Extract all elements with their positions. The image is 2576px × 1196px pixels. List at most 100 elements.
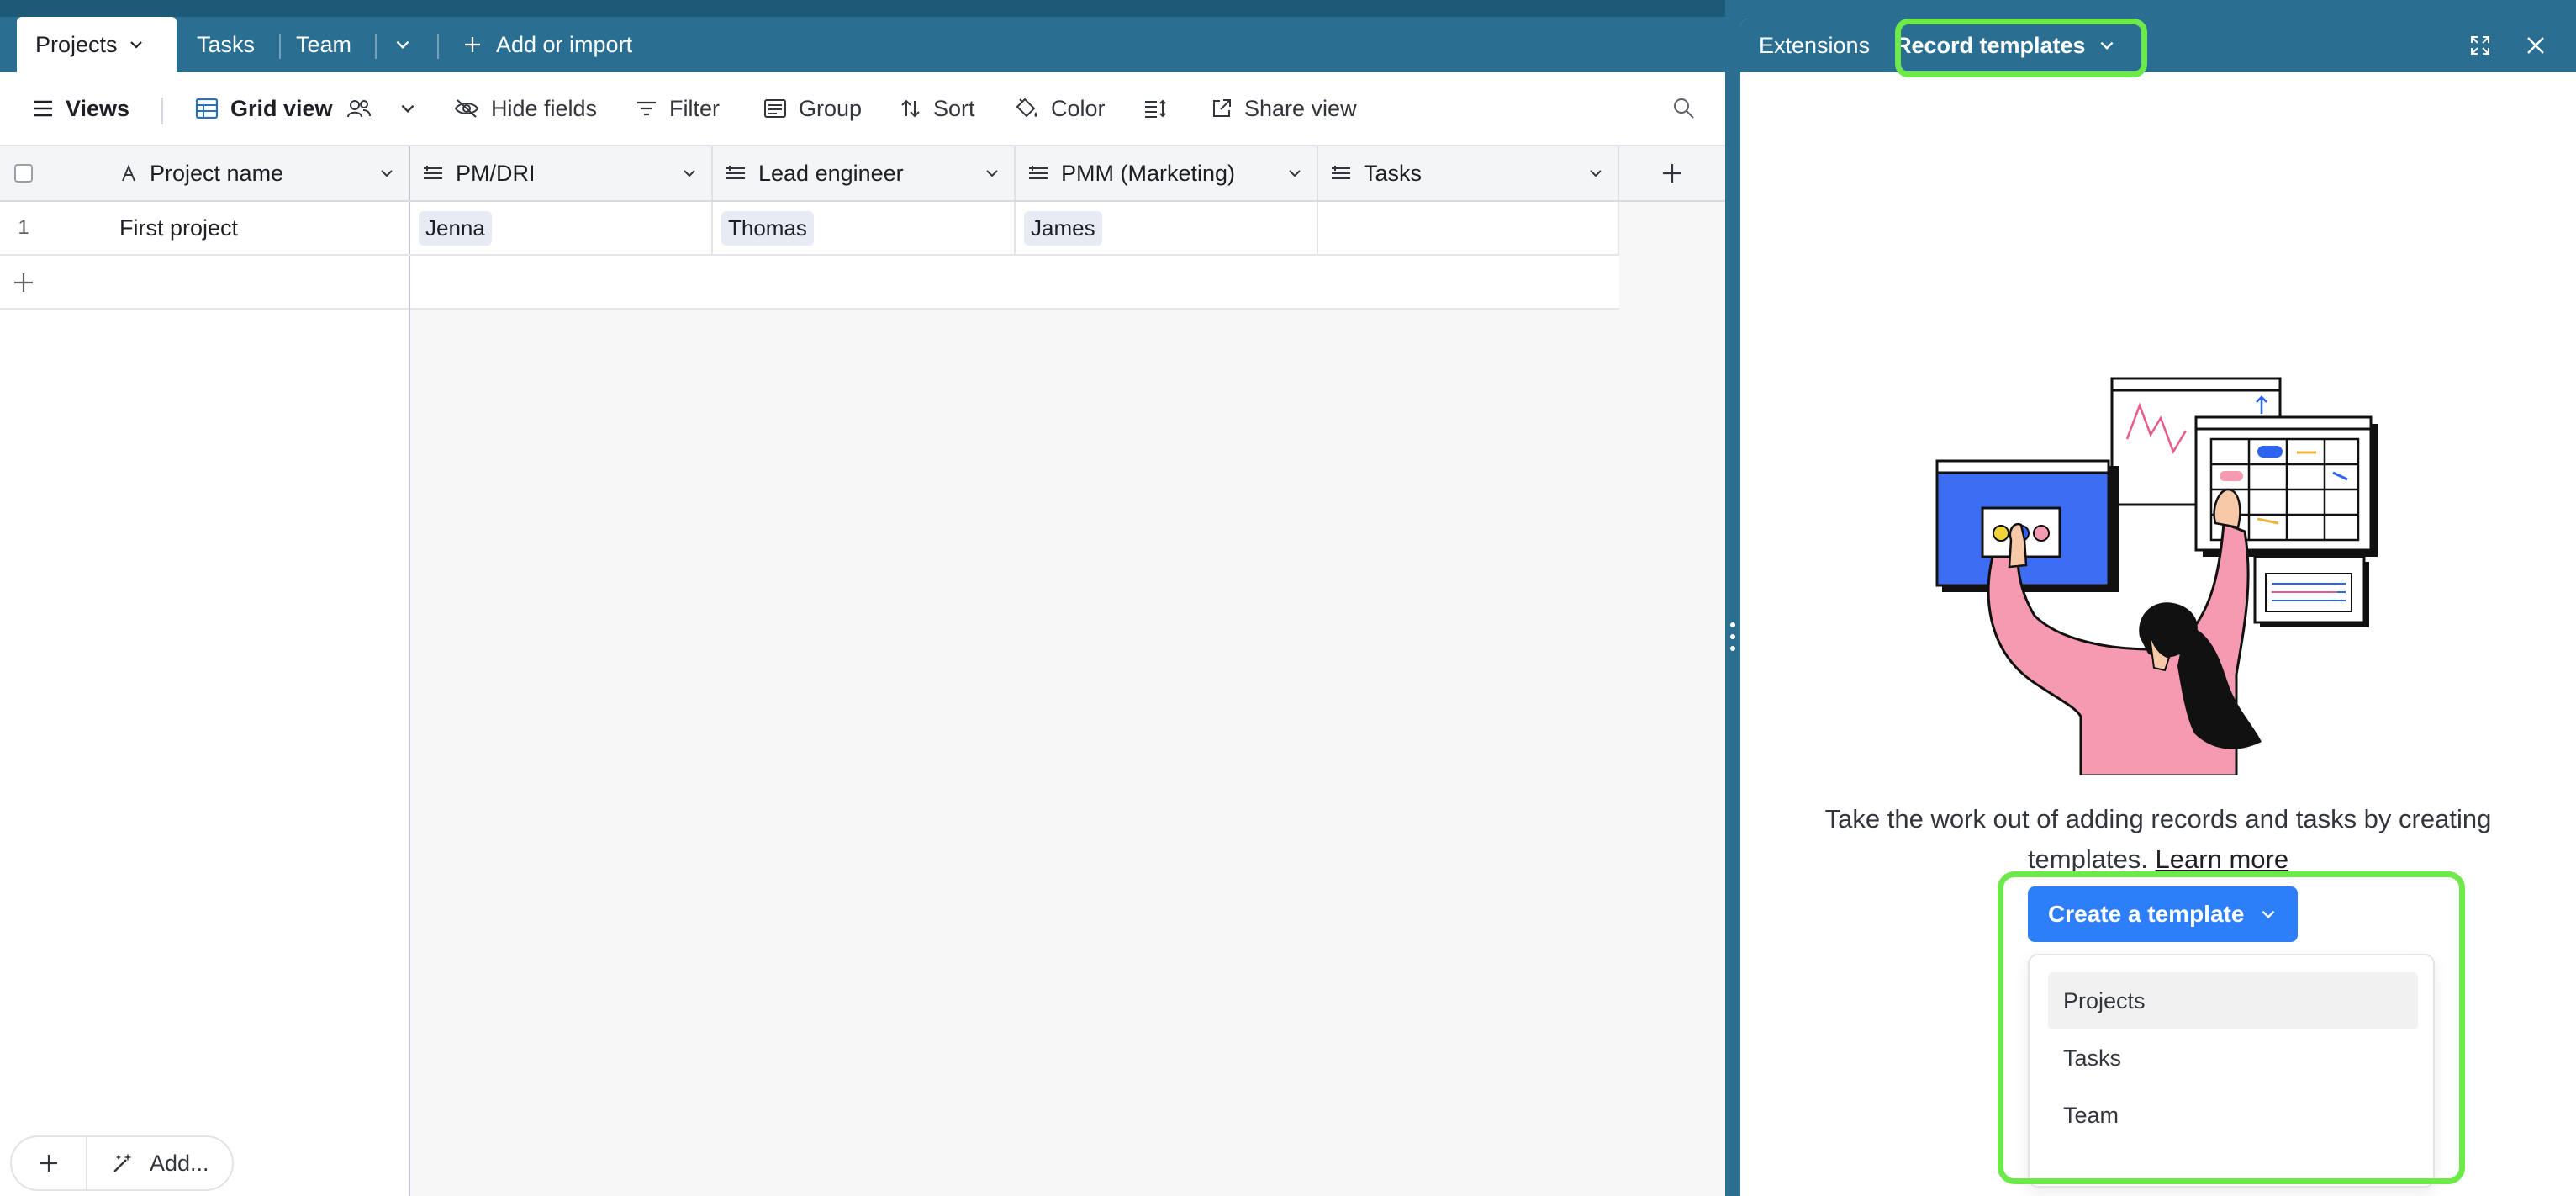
search-button[interactable] [1671, 72, 1708, 145]
add-record-button[interactable] [12, 1137, 87, 1189]
tab-tasks-label: Tasks [197, 31, 256, 57]
add-field-button[interactable] [1619, 146, 1725, 202]
tab-extensions[interactable]: Extensions [1759, 19, 1870, 72]
chevron-down-icon[interactable] [984, 165, 1000, 182]
cell-pmm-marketing[interactable]: James [1016, 202, 1318, 254]
column-header-pm-dri[interactable]: PM/DRI [410, 146, 713, 200]
view-switcher[interactable]: Grid view [195, 72, 429, 145]
column-header-pmm-marketing[interactable]: PMM (Marketing) [1016, 146, 1318, 200]
grid-view: Project name PM/DRI Lead engineer PMM (M… [0, 146, 1725, 1196]
linked-record-pill[interactable]: James [1024, 210, 1102, 246]
sort-label: Sort [933, 95, 975, 121]
tab-tasks[interactable]: Tasks [197, 17, 255, 72]
plus-icon[interactable] [12, 271, 35, 294]
text-a-icon [119, 164, 138, 183]
highlight-outline-create-template [1998, 871, 2465, 1184]
sort-button[interactable]: Sort [900, 72, 975, 145]
chevron-down-icon[interactable] [1286, 165, 1303, 182]
paint-bucket-icon [1014, 97, 1051, 120]
eye-slash-icon [454, 98, 491, 119]
toolbar-divider [161, 98, 163, 124]
views-button[interactable]: Views [32, 72, 129, 145]
table-tab-bar: Projects Tasks Team Add or import [0, 0, 1725, 72]
tab-projects-label: Projects [35, 31, 118, 57]
add-label: Add... [150, 1150, 209, 1176]
select-all-checkbox-cell[interactable] [0, 146, 47, 200]
hide-fields-label: Hide fields [491, 95, 598, 121]
hamburger-icon [32, 99, 66, 118]
all-tables-dropdown[interactable] [393, 17, 412, 72]
plus-icon [38, 1152, 60, 1174]
magic-wand-icon [111, 1151, 150, 1175]
link-field-icon [725, 164, 747, 183]
linked-record-pill[interactable]: Jenna [419, 210, 492, 246]
add-record-row[interactable] [0, 256, 1619, 310]
hide-fields-button[interactable]: Hide fields [454, 72, 597, 145]
frozen-column-divider [409, 256, 410, 310]
frozen-column-divider [409, 310, 410, 1196]
chevron-down-icon [128, 36, 145, 53]
frozen-column-area [0, 310, 409, 1196]
column-header-label: Tasks [1364, 160, 1423, 186]
grid-header-row: Project name PM/DRI Lead engineer PMM (M… [0, 146, 1619, 202]
close-icon[interactable] [2524, 34, 2547, 57]
add-with-ai-button[interactable]: Add... [87, 1151, 209, 1177]
resize-grip-dot [1730, 622, 1735, 627]
color-label: Color [1051, 95, 1106, 121]
cell-tasks[interactable] [1318, 202, 1619, 254]
side-panel-header: Extensions Record templates [1740, 19, 2576, 72]
resize-grip-dot [1730, 646, 1735, 651]
filter-button[interactable]: Filter [636, 72, 720, 145]
chevron-down-icon[interactable] [1587, 165, 1604, 182]
share-view-label: Share view [1244, 95, 1357, 121]
chevron-down-icon[interactable] [378, 165, 395, 182]
filter-label: Filter [669, 95, 720, 121]
chevron-down-icon[interactable] [681, 165, 698, 182]
add-or-import-button[interactable]: Add or import [462, 17, 632, 72]
link-field-icon [1027, 164, 1049, 183]
base-main-pane: Projects Tasks Team Add or import Views … [0, 0, 1725, 1196]
cell-project-name[interactable]: First project [47, 202, 410, 254]
column-header-label: Project name [150, 160, 284, 186]
tab-projects[interactable]: Projects [17, 17, 177, 72]
highlight-outline-record-templates [1895, 19, 2147, 77]
view-name: Grid view [230, 95, 333, 121]
search-icon [1671, 96, 1708, 121]
linked-record-pill[interactable]: Thomas [721, 210, 814, 246]
group-label: Group [799, 95, 863, 121]
grid-icon [195, 98, 230, 119]
cell-text: First project [119, 214, 239, 241]
collaborators-icon [346, 98, 383, 119]
row-height-button[interactable] [1143, 72, 1179, 145]
column-header-tasks[interactable]: Tasks [1318, 146, 1619, 200]
tab-team[interactable]: Team [296, 17, 351, 72]
select-all-checkbox[interactable] [14, 164, 33, 183]
table-row[interactable]: 1 First project Jenna Thomas James [0, 202, 1619, 256]
tab-divider [279, 34, 281, 59]
column-header-lead-engineer[interactable]: Lead engineer [713, 146, 1016, 200]
column-header-label: Lead engineer [758, 160, 904, 186]
panel-resize-handle[interactable] [1725, 0, 1740, 1196]
tab-divider [437, 34, 439, 59]
views-label: Views [66, 95, 130, 121]
cell-lead-engineer[interactable]: Thomas [713, 202, 1016, 254]
expand-icon[interactable] [2468, 34, 2492, 57]
tab-divider [375, 34, 377, 59]
column-header-label: PMM (Marketing) [1061, 160, 1236, 186]
row-height-icon [1143, 98, 1179, 119]
tab-team-label: Team [296, 31, 352, 57]
link-field-icon [422, 164, 444, 183]
description-text: templates. [2027, 844, 2148, 874]
group-icon [763, 98, 799, 119]
description-line: Take the work out of adding records and … [1824, 804, 2492, 833]
link-field-icon [1330, 164, 1352, 183]
external-link-icon [1211, 98, 1244, 119]
share-view-button[interactable]: Share view [1211, 72, 1357, 145]
view-toolbar: Views Grid view Hide fields Filter Group… [0, 72, 1725, 146]
group-button[interactable]: Group [763, 72, 862, 145]
learn-more-link[interactable]: Learn more [2156, 844, 2289, 874]
tab-extensions-label: Extensions [1759, 32, 1871, 58]
column-header-project-name[interactable]: Project name [47, 146, 410, 200]
cell-pm-dri[interactable]: Jenna [410, 202, 713, 254]
color-button[interactable]: Color [1014, 72, 1106, 145]
